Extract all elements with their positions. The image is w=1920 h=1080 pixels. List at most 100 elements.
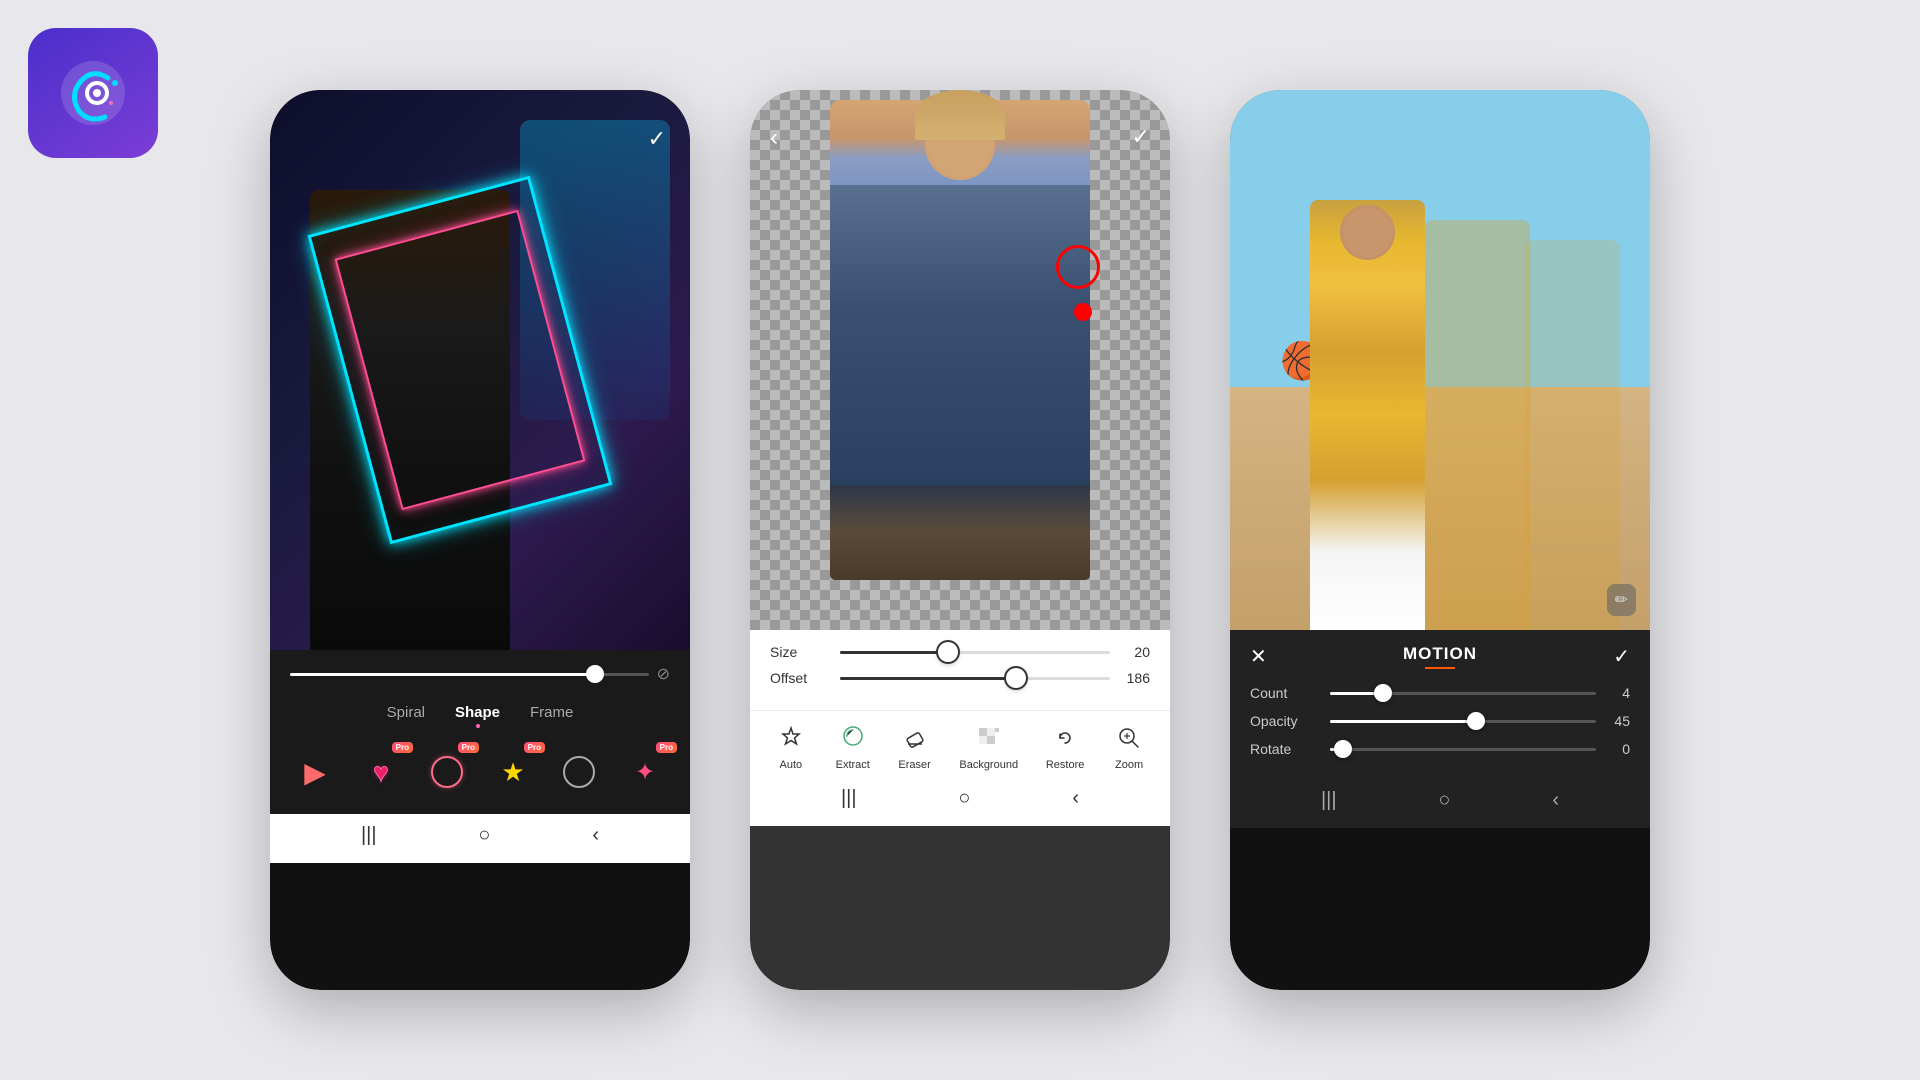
shape-star[interactable]: Pro ★ [485, 744, 541, 800]
phone2-toolbar: Auto Extract [750, 710, 1170, 777]
offset-slider[interactable] [840, 677, 1110, 680]
phone3-nav-home[interactable]: ||| [1321, 789, 1337, 812]
phone2-nav-circle[interactable]: ○ [958, 787, 970, 810]
rotate-slider-row: Rotate 0 [1250, 741, 1630, 757]
phone1-slider-area: ⊘ [270, 650, 690, 694]
size-value: 20 [1120, 644, 1150, 660]
opacity-label: Opacity [1250, 713, 1320, 729]
eraser-dot [1074, 303, 1092, 321]
tab-frame[interactable]: Frame [530, 704, 573, 728]
auto-label: Auto [780, 759, 803, 771]
background-icon [972, 721, 1006, 755]
phone3-background: 🏀 ✏ [1230, 90, 1650, 630]
tab-spiral[interactable]: Spiral [387, 704, 425, 728]
opacity-fill [1330, 720, 1476, 723]
count-value: 4 [1606, 685, 1630, 701]
extract-label: Extract [836, 759, 870, 771]
size-label: Size [770, 644, 830, 660]
motion-sliders: Count 4 Opacity 45 [1230, 679, 1650, 779]
shape-heart[interactable]: Pro ♥ [353, 744, 409, 800]
motion-panel: ✕ MOTION ✓ Count 4 [1230, 630, 1650, 779]
phone1-slider-track[interactable] [290, 673, 649, 676]
shape-tabs: Spiral Shape Frame [270, 694, 690, 736]
phone2-nav-home[interactable]: ||| [841, 787, 857, 810]
zoom-icon [1112, 721, 1146, 755]
rotate-thumb[interactable] [1334, 740, 1352, 758]
motion-header: ✕ MOTION ✓ [1230, 630, 1650, 679]
eraser-icon[interactable]: ⊘ [657, 664, 670, 684]
size-slider[interactable] [840, 651, 1110, 654]
phone1-nav-bar: ||| ○ ‹ [270, 814, 690, 863]
count-label: Count [1250, 685, 1320, 701]
phone2-controls: Size 20 Offset 186 [750, 630, 1170, 710]
shape-play[interactable]: ▶ [287, 744, 343, 800]
phone2-nav-bar: ||| ○ ‹ [750, 777, 1170, 826]
extract-icon [836, 721, 870, 755]
checkered-background [750, 90, 1170, 630]
count-slider[interactable] [1330, 692, 1596, 695]
offset-value: 186 [1120, 670, 1150, 686]
phone3-nav-back[interactable]: ‹ [1552, 789, 1559, 812]
rotate-slider[interactable] [1330, 748, 1596, 751]
nav-home-icon[interactable]: ||| [361, 824, 377, 847]
opacity-thumb[interactable] [1467, 712, 1485, 730]
phone1-slider-fill [290, 673, 595, 676]
size-fill [840, 651, 948, 654]
tool-background[interactable]: Background [959, 721, 1018, 771]
tool-zoom[interactable]: Zoom [1112, 721, 1146, 771]
opacity-slider-row: Opacity 45 [1250, 713, 1630, 729]
motion-title: MOTION [1403, 644, 1477, 669]
offset-label: Offset [770, 670, 830, 686]
eraser-label: Eraser [898, 759, 930, 771]
tab-shape[interactable]: Shape [455, 704, 500, 721]
phone1-image-area [270, 90, 690, 650]
person-ghost-1 [1425, 220, 1530, 630]
phone1-checkmark: ✓ [648, 126, 666, 151]
tab-shape-indicator [476, 724, 480, 728]
offset-fill [840, 677, 1016, 680]
pro-badge-heart: Pro [392, 742, 413, 753]
size-slider-row: Size 20 [770, 644, 1150, 660]
restore-icon [1048, 721, 1082, 755]
zoom-label: Zoom [1115, 759, 1143, 771]
count-slider-row: Count 4 [1250, 685, 1630, 701]
tool-eraser[interactable]: Eraser [898, 721, 932, 771]
shape-sparkle[interactable]: Pro ✦ [617, 744, 673, 800]
shape-circle-outline[interactable]: Pro [419, 744, 475, 800]
main-scene: ✓ [0, 0, 1920, 1080]
phone2-image-area [750, 90, 1170, 630]
pro-badge-sparkle: Pro [656, 742, 677, 753]
tool-auto[interactable]: Auto [774, 721, 808, 771]
person-cutout [830, 100, 1090, 580]
phone1-slider-thumb[interactable] [586, 665, 604, 683]
phone-1: ✓ [270, 90, 690, 990]
phone3-nav-circle[interactable]: ○ [1438, 789, 1450, 812]
phone3-image-area: 🏀 ✏ [1230, 90, 1650, 630]
shape-ring[interactable] [551, 744, 607, 800]
background-label: Background [959, 759, 1018, 771]
auto-icon [774, 721, 808, 755]
pro-badge-circle: Pro [458, 742, 479, 753]
tool-extract[interactable]: Extract [836, 721, 870, 771]
offset-thumb[interactable] [1006, 668, 1026, 688]
phone-3: 🏀 ✏ ✕ [1230, 90, 1650, 990]
phone2-back-button[interactable]: ‹ [770, 124, 778, 152]
motion-check-button[interactable]: ✓ [1613, 644, 1630, 669]
motion-close-button[interactable]: ✕ [1250, 644, 1267, 669]
restore-label: Restore [1046, 759, 1085, 771]
phone-2: ‹ ✓ [750, 90, 1170, 990]
tool-restore[interactable]: Restore [1046, 721, 1085, 771]
phone2-nav-back[interactable]: ‹ [1072, 787, 1079, 810]
opacity-value: 45 [1606, 713, 1630, 729]
size-thumb[interactable] [938, 642, 958, 662]
shapes-palette: ▶ Pro ♥ Pro Pro ★ [270, 736, 690, 814]
rotate-value: 0 [1606, 741, 1630, 757]
offset-slider-row: Offset 186 [770, 670, 1150, 686]
nav-back-icon[interactable]: ‹ [592, 824, 599, 847]
nav-circle-icon[interactable]: ○ [478, 824, 490, 847]
person-ghost-2 [1525, 240, 1620, 630]
phone3-eraser-btn[interactable]: ✏ [1607, 584, 1636, 616]
pro-badge-star: Pro [524, 742, 545, 753]
opacity-slider[interactable] [1330, 720, 1596, 723]
count-thumb[interactable] [1374, 684, 1392, 702]
